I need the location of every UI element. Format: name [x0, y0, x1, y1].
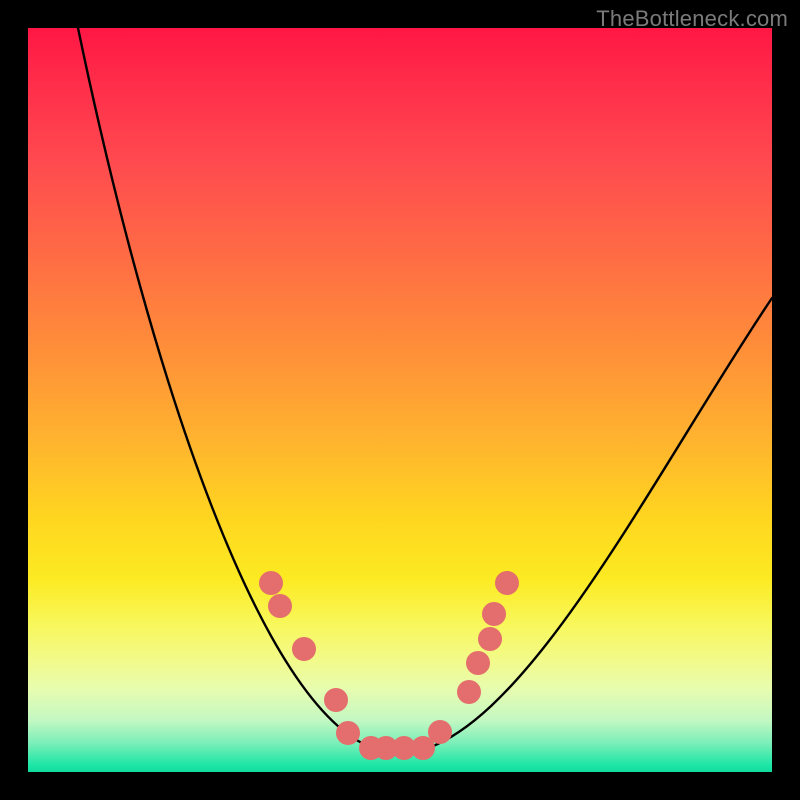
data-marker	[324, 688, 348, 712]
chart-svg	[28, 28, 772, 772]
chart-container: TheBottleneck.com	[0, 0, 800, 800]
bottleneck-curve	[78, 28, 772, 748]
plot-area	[28, 28, 772, 772]
data-marker	[478, 627, 502, 651]
data-marker	[336, 721, 360, 745]
data-marker	[482, 602, 506, 626]
watermark-text: TheBottleneck.com	[596, 6, 788, 32]
data-marker	[457, 680, 481, 704]
data-marker	[466, 651, 490, 675]
data-marker	[268, 594, 292, 618]
data-marker	[428, 720, 452, 744]
data-marker	[495, 571, 519, 595]
data-marker	[292, 637, 316, 661]
data-marker	[259, 571, 283, 595]
marker-layer	[259, 571, 519, 760]
